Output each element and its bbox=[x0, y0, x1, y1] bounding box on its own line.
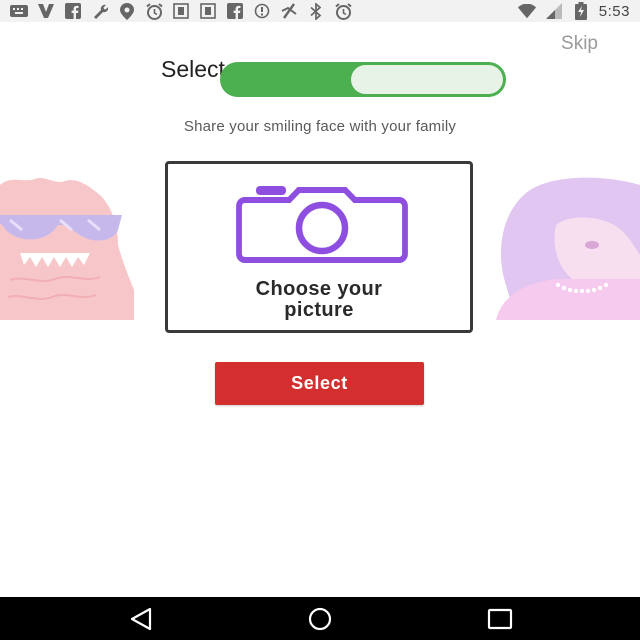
signal-off-icon bbox=[280, 2, 298, 20]
wifi-icon bbox=[517, 2, 536, 20]
toggle-knob bbox=[351, 65, 503, 94]
wrench-icon bbox=[91, 2, 109, 20]
green-toggle-overlay[interactable] bbox=[220, 62, 506, 97]
battery-icon bbox=[572, 2, 590, 20]
monster-illustration bbox=[0, 178, 134, 320]
facebook-icon bbox=[226, 2, 244, 20]
cell-signal-icon bbox=[545, 2, 563, 20]
choose-picture-label: Choose your picture bbox=[168, 279, 470, 321]
recents-icon[interactable] bbox=[487, 607, 513, 631]
woman-illustration bbox=[496, 177, 640, 320]
home-icon[interactable] bbox=[307, 607, 333, 631]
navigation-bar bbox=[0, 597, 640, 640]
choose-picture-line2: picture bbox=[284, 299, 354, 321]
keyboard-icon bbox=[10, 2, 28, 20]
alarm-icon bbox=[145, 2, 163, 20]
page-title: Select bbox=[161, 56, 225, 82]
back-icon[interactable] bbox=[128, 607, 154, 631]
subtitle: Share your smiling face with your family bbox=[183, 118, 457, 135]
sync-icon bbox=[253, 2, 271, 20]
facebook-icon bbox=[64, 2, 82, 20]
alarm-icon bbox=[334, 2, 352, 20]
image-icon bbox=[172, 2, 190, 20]
bluetooth-icon bbox=[307, 2, 325, 20]
select-button[interactable]: Select bbox=[215, 362, 424, 405]
status-time: 5:53 bbox=[598, 2, 630, 20]
choose-picture-line1: Choose your bbox=[255, 278, 383, 300]
skip-button[interactable]: Skip bbox=[561, 33, 598, 55]
camera-icon bbox=[236, 186, 408, 263]
v-app-icon bbox=[37, 2, 55, 20]
choose-picture-card[interactable]: Choose your picture bbox=[165, 161, 473, 333]
image-icon bbox=[199, 2, 217, 20]
location-icon bbox=[118, 2, 136, 20]
status-bar: 5:53 bbox=[0, 0, 640, 22]
